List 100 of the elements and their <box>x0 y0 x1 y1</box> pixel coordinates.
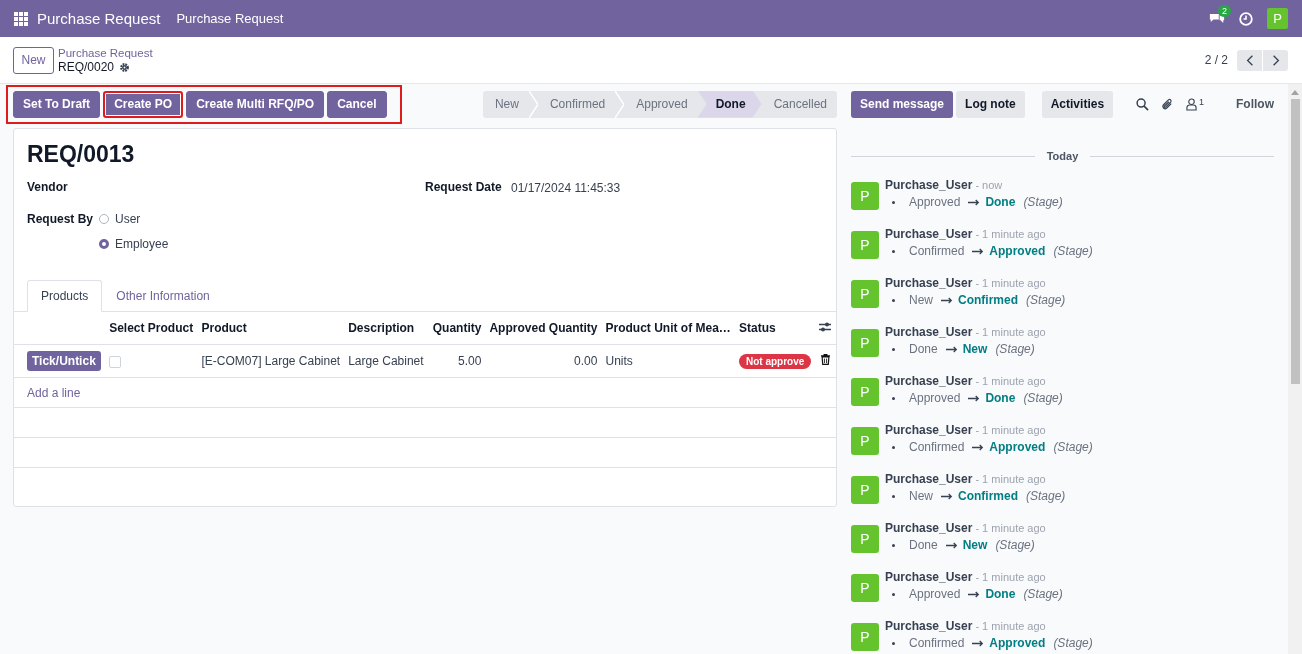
table-cell: [E-COM07] Large Cabinet <box>201 354 341 368</box>
new-value: Done <box>985 587 1016 602</box>
old-value: Confirmed <box>909 636 965 651</box>
author-avatar: P <box>851 378 879 406</box>
chat-icon[interactable] <box>1209 12 1225 25</box>
menu-item[interactable]: Purchase Request <box>176 11 284 26</box>
author-avatar: P <box>851 476 879 504</box>
bullet-icon <box>892 250 895 253</box>
column-header[interactable]: Status <box>735 312 816 345</box>
stage-step[interactable]: Cancelled <box>761 90 837 118</box>
message-time: - 1 minute ago <box>975 325 1046 340</box>
action-button[interactable]: Set To Draft <box>13 90 101 118</box>
new-value: Approved <box>989 636 1046 651</box>
previous-button[interactable] <box>1237 49 1262 71</box>
bullet-icon <box>892 544 895 547</box>
field-name: (Stage) <box>1053 636 1093 651</box>
log-note-button[interactable]: Log note <box>956 90 1025 118</box>
table-cell: 0.00 <box>574 354 598 368</box>
action-button[interactable]: Create PO <box>103 90 184 118</box>
arrow-icon <box>972 248 985 255</box>
old-value: New <box>909 489 933 504</box>
field-label: Request By <box>27 211 95 226</box>
author-name: Purchase_User <box>885 423 973 438</box>
record-title: REQ/0013 <box>26 140 136 169</box>
stage-step[interactable]: Done <box>697 90 762 118</box>
new-value: Confirmed <box>958 293 1018 308</box>
author-avatar: P <box>851 182 879 210</box>
column-header[interactable]: Description <box>344 312 429 345</box>
author-avatar: P <box>851 525 879 553</box>
column-header[interactable]: Product <box>197 312 345 345</box>
field-name: (Stage) <box>1023 195 1063 210</box>
trash-icon[interactable] <box>821 354 831 365</box>
table-cell: Units <box>605 354 633 368</box>
chevron-left-icon <box>1245 53 1254 67</box>
column-header[interactable]: Approved Quantity <box>485 312 602 345</box>
activities-button[interactable]: Activities <box>1041 90 1114 118</box>
action-button[interactable]: Cancel <box>327 90 387 118</box>
author-name: Purchase_User <box>885 570 973 585</box>
column-header[interactable]: Select Product <box>105 312 198 345</box>
stage-step[interactable]: Approved <box>624 90 698 118</box>
bullet-icon <box>892 299 895 302</box>
clock-icon[interactable] <box>1239 11 1253 26</box>
bullet-icon <box>892 446 895 449</box>
arrow-icon <box>968 591 981 598</box>
checkbox[interactable] <box>109 355 122 368</box>
column-settings-icon[interactable] <box>819 322 832 332</box>
person-icon[interactable] <box>1186 97 1198 111</box>
radio-label[interactable]: Employee <box>115 237 169 251</box>
column-header[interactable]: Product Unit of Mea… <box>601 312 735 345</box>
search-icon[interactable] <box>1136 97 1150 111</box>
author-name: Purchase_User <box>885 325 973 340</box>
arrow-icon <box>945 542 958 549</box>
new-button[interactable]: New <box>13 46 54 74</box>
column-header[interactable]: Quantity <box>428 312 486 345</box>
stage-step[interactable]: New <box>482 90 529 118</box>
old-value: Done <box>909 342 938 357</box>
arrow-icon <box>968 395 981 402</box>
chevron-right-icon <box>1271 53 1280 67</box>
bullet-icon <box>892 495 895 498</box>
old-value: Approved <box>909 195 961 210</box>
next-button[interactable] <box>1263 49 1288 71</box>
add-line-link[interactable]: Add a line <box>18 385 81 400</box>
new-value: New <box>962 342 988 357</box>
tick-untick-button[interactable]: Tick/Untick <box>27 351 101 371</box>
chevron-separator-icon <box>615 90 625 118</box>
scrollbar[interactable] <box>1288 84 1302 654</box>
pager-value: 2 / 2 <box>1204 53 1228 67</box>
message-time: - 1 minute ago <box>975 227 1046 242</box>
author-name: Purchase_User <box>885 276 973 291</box>
message-time: - 1 minute ago <box>975 472 1046 487</box>
field-name: (Stage) <box>995 342 1035 357</box>
arrow-icon <box>972 444 985 451</box>
old-value: Done <box>909 538 938 553</box>
breadcrumb-link[interactable]: Purchase Request <box>58 46 153 60</box>
field-name: (Stage) <box>1053 440 1093 455</box>
apps-menu-icon[interactable] <box>14 11 28 26</box>
new-value: Done <box>985 195 1016 210</box>
stage-step[interactable]: Confirmed <box>537 90 616 118</box>
date-value: 01/17/2024 11:45:33 <box>511 180 621 195</box>
action-button[interactable]: Create Multi RFQ/PO <box>186 90 325 118</box>
radio-label[interactable]: User <box>115 212 141 226</box>
message-time: - 1 minute ago <box>975 619 1046 634</box>
author-avatar: P <box>851 427 879 455</box>
notebook-tab[interactable]: Other Information <box>102 280 224 312</box>
scrollbar-thumb[interactable] <box>1290 99 1300 384</box>
notebook-tab[interactable]: Products <box>27 280 103 312</box>
author-avatar: P <box>851 329 879 357</box>
follow-button[interactable]: Follow <box>1236 97 1274 111</box>
radio-button[interactable] <box>99 239 109 249</box>
settings-icon[interactable] <box>119 61 131 73</box>
send-message-button[interactable]: Send message <box>851 90 954 118</box>
message-time: - 1 minute ago <box>975 423 1046 438</box>
app-title[interactable]: Purchase Request <box>37 10 161 27</box>
old-value: Approved <box>909 587 961 602</box>
paperclip-icon[interactable] <box>1161 97 1175 111</box>
author-avatar: P <box>851 280 879 308</box>
bullet-icon <box>892 201 895 204</box>
bullet-icon <box>892 348 895 351</box>
author-avatar: P <box>851 574 879 602</box>
follower-count: 1 <box>1199 97 1205 107</box>
